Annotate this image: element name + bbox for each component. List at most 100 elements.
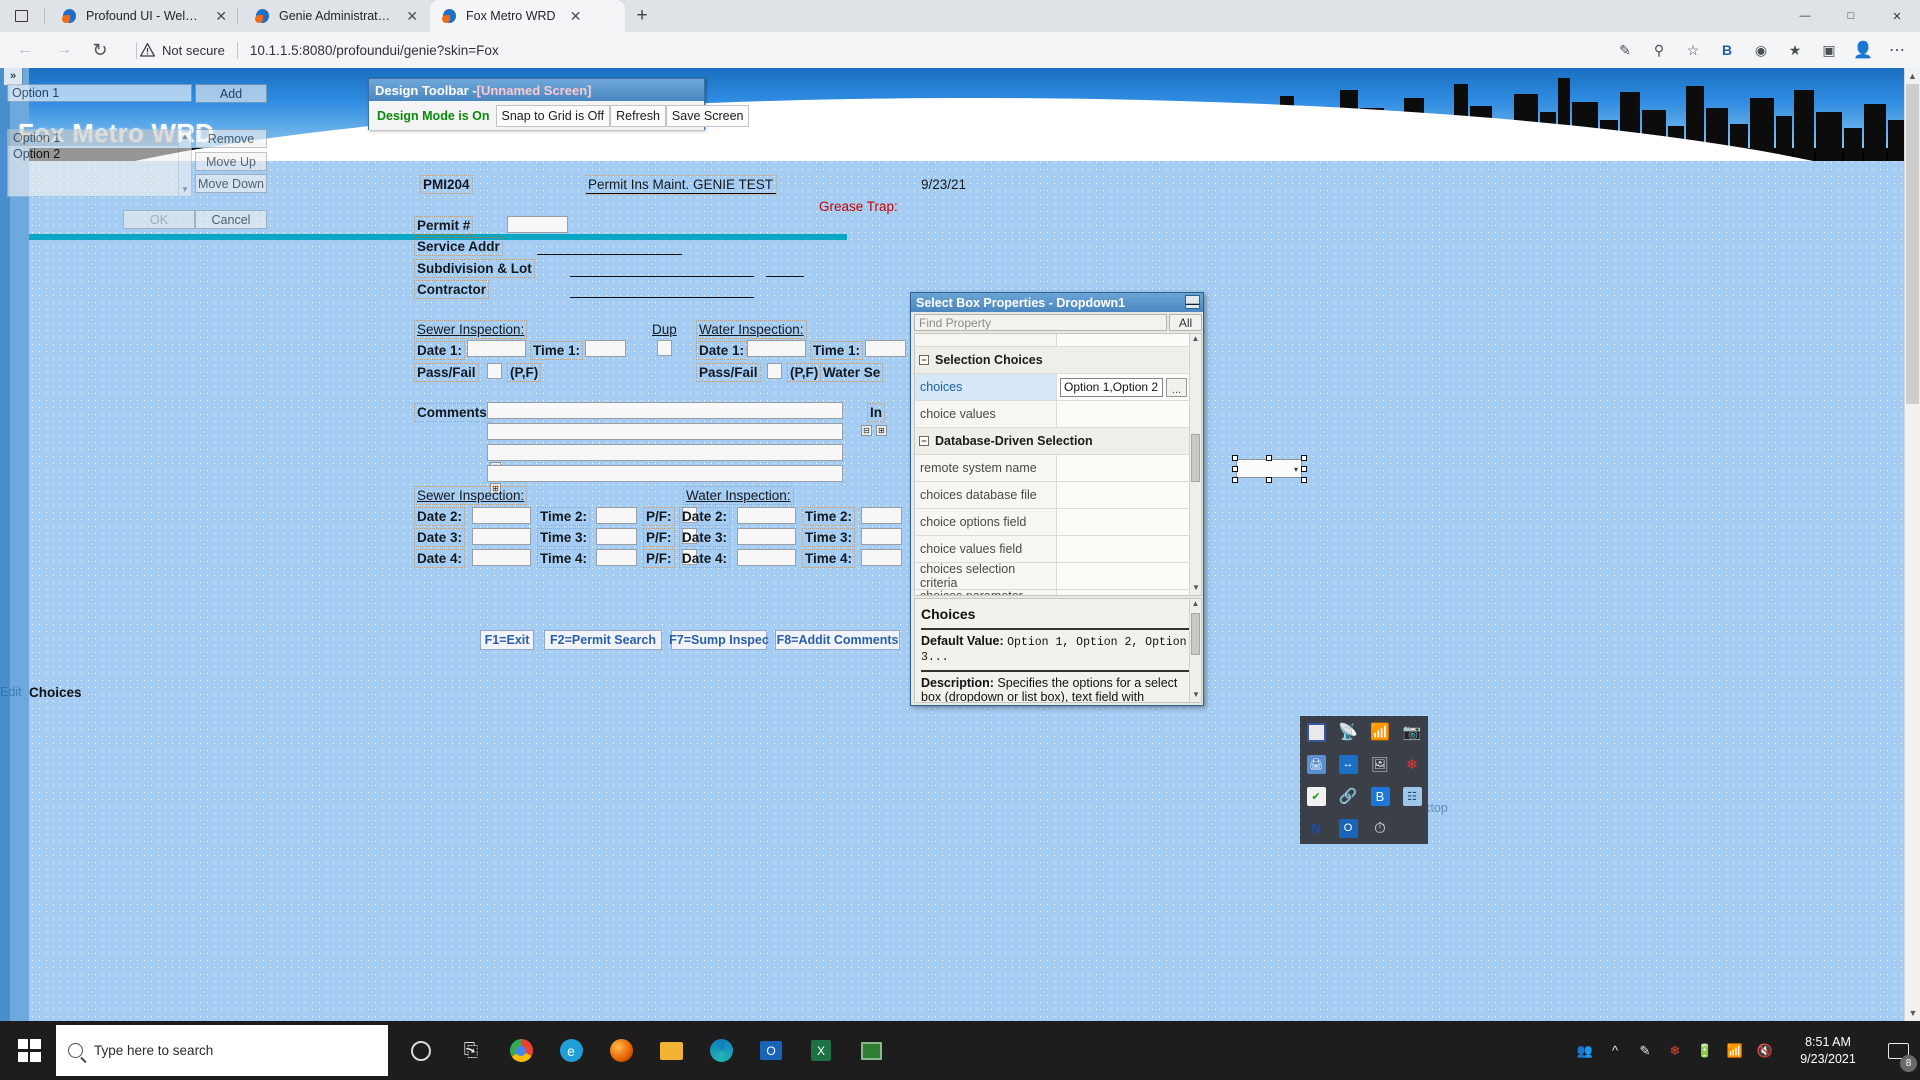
fkey-f2-permit-search[interactable]: F2=Permit Search bbox=[544, 630, 662, 650]
fax-scanner-icon[interactable]: 🖼 bbox=[1364, 748, 1396, 780]
all-properties-button[interactable]: All bbox=[1169, 314, 1202, 331]
close-button[interactable]: ✕ bbox=[1874, 0, 1920, 32]
page-scrollbar[interactable]: ▲ ▼ bbox=[1904, 68, 1920, 1021]
water-date1-input[interactable] bbox=[747, 340, 806, 357]
outlook-icon[interactable]: O bbox=[1332, 812, 1364, 844]
scrollbar-thumb[interactable] bbox=[1191, 613, 1200, 655]
link-chain-icon[interactable]: 🔗 bbox=[1332, 780, 1364, 812]
property-row-choices[interactable]: choices Option 1,Option 2 ... bbox=[915, 374, 1201, 401]
water-time1-input[interactable] bbox=[865, 340, 906, 357]
move-up-button[interactable]: Move Up bbox=[195, 152, 267, 171]
resize-handle-s[interactable] bbox=[1266, 477, 1272, 483]
collections-globe-icon[interactable]: ◉ bbox=[1744, 35, 1778, 65]
resize-handle-nw[interactable] bbox=[1232, 455, 1238, 461]
show-hidden-icon[interactable]: ^ bbox=[1600, 1021, 1630, 1080]
resize-handle-e[interactable] bbox=[1301, 466, 1307, 472]
contractor-input[interactable] bbox=[570, 297, 754, 298]
description-scrollbar[interactable]: ▲ ▼ bbox=[1189, 599, 1201, 702]
volume-muted-icon[interactable]: 🔇 bbox=[1750, 1021, 1780, 1080]
network-icon[interactable]: 📶 bbox=[1720, 1021, 1750, 1080]
start-button[interactable] bbox=[4, 1025, 54, 1076]
find-property-input[interactable]: Find Property bbox=[914, 314, 1167, 331]
sewer-date2-input[interactable] bbox=[472, 507, 531, 524]
maximize-button[interactable]: □ bbox=[1828, 0, 1874, 32]
battery-icon[interactable]: 🔋 bbox=[1690, 1021, 1720, 1080]
back-icon[interactable]: ← bbox=[13, 38, 37, 62]
cancel-button[interactable]: Cancel bbox=[195, 210, 267, 229]
browser-tab-1[interactable]: Genie Administration ✕ bbox=[243, 0, 428, 32]
scroll-up-icon[interactable]: ▲ bbox=[179, 132, 191, 141]
tab-close-icon[interactable]: ✕ bbox=[568, 9, 584, 23]
profile-icon[interactable]: 👤 bbox=[1846, 35, 1880, 65]
resize-handle-sw[interactable] bbox=[1232, 477, 1238, 483]
dup1-checkbox[interactable] bbox=[657, 340, 672, 356]
property-value-cell[interactable] bbox=[1056, 401, 1201, 427]
bing-icon[interactable]: B bbox=[1710, 35, 1744, 65]
comments-input-2[interactable] bbox=[487, 423, 843, 440]
red-cluster-icon[interactable]: ❄ bbox=[1396, 748, 1428, 780]
collapse-handle-icon[interactable]: ⊟ bbox=[861, 425, 872, 436]
favorites-icon[interactable]: ★ bbox=[1778, 35, 1812, 65]
minimize-button[interactable]: — bbox=[1782, 0, 1828, 32]
forward-icon[interactable]: → bbox=[52, 38, 76, 62]
remote-display-icon[interactable] bbox=[1300, 716, 1332, 748]
reload-icon[interactable]: ↻ bbox=[88, 38, 112, 62]
wifi-green-icon[interactable]: 📶 bbox=[1364, 716, 1396, 748]
property-value-cell[interactable] bbox=[1056, 509, 1201, 535]
property-value-cell[interactable] bbox=[1056, 563, 1201, 589]
edge-icon[interactable] bbox=[696, 1025, 746, 1076]
property-row-choices-parameter-value[interactable]: choices parameter value bbox=[915, 589, 1201, 595]
property-row-choice-options-field[interactable]: choice options field bbox=[915, 509, 1201, 536]
pen-tablet-icon[interactable]: ✎ bbox=[1630, 1021, 1660, 1080]
scroll-up-icon[interactable]: ▲ bbox=[1190, 334, 1201, 346]
choices-value-input[interactable]: Option 1,Option 2 bbox=[1060, 377, 1163, 397]
subdivision-input[interactable] bbox=[570, 276, 754, 277]
dropdown-widget[interactable]: ▾ bbox=[1232, 453, 1307, 485]
scroll-down-icon[interactable]: ▼ bbox=[1190, 583, 1201, 595]
sewer-date4-input[interactable] bbox=[472, 549, 531, 566]
listbox-scrollbar[interactable]: ▲ ▼ bbox=[178, 130, 191, 196]
favorite-add-icon[interactable]: ☆ bbox=[1676, 35, 1710, 65]
property-row-choices-selection-criteria[interactable]: choices selection criteria bbox=[915, 562, 1201, 590]
security-indicator[interactable]: Not secure bbox=[140, 43, 225, 58]
ok-button[interactable]: OK bbox=[123, 210, 195, 229]
firefox-icon[interactable] bbox=[596, 1025, 646, 1076]
water-passfail-checkbox[interactable] bbox=[767, 363, 782, 379]
scroll-down-icon[interactable]: ▼ bbox=[1905, 1005, 1920, 1021]
water-time3-input[interactable] bbox=[861, 528, 902, 545]
excel-icon[interactable]: X bbox=[796, 1025, 846, 1076]
printer-blue-icon[interactable]: 🖨 bbox=[1300, 748, 1332, 780]
property-value-cell[interactable] bbox=[1056, 482, 1201, 508]
category-database-driven-selection[interactable]: − Database-Driven Selection bbox=[915, 428, 1201, 455]
cortana-circle-icon[interactable] bbox=[396, 1025, 446, 1076]
collapse-icon[interactable]: − bbox=[919, 355, 929, 365]
scrollbar-thumb[interactable] bbox=[1906, 84, 1919, 404]
properties-grid-scrollbar[interactable]: ▲ ▼ bbox=[1189, 334, 1201, 595]
scrollbar-thumb[interactable] bbox=[1191, 434, 1200, 482]
save-screen-button[interactable]: Save Screen bbox=[665, 104, 750, 127]
fkey-f1-exit[interactable]: F1=Exit bbox=[480, 630, 534, 650]
list-item[interactable]: Option 1 bbox=[8, 130, 191, 146]
resize-handle-w[interactable] bbox=[1232, 466, 1238, 472]
browser-tab-2[interactable]: Fox Metro WRD ✕ bbox=[430, 0, 625, 32]
property-row-remote-system-name[interactable]: remote system name bbox=[915, 455, 1201, 482]
comments-input-3[interactable] bbox=[487, 444, 843, 461]
property-row-choice-values-field[interactable]: choice values field bbox=[915, 536, 1201, 563]
power-clock-icon[interactable]: ⏱ bbox=[1364, 812, 1396, 844]
choices-editor-button[interactable]: ... bbox=[1166, 377, 1187, 397]
chrome-icon[interactable] bbox=[496, 1025, 546, 1076]
properties-titlebar[interactable]: Select Box Properties - Dropdown1 — bbox=[911, 293, 1203, 312]
move-down-button[interactable]: Move Down bbox=[195, 174, 267, 193]
bluetooth-icon[interactable]: B bbox=[1364, 780, 1396, 812]
edge-legacy-icon[interactable]: e bbox=[546, 1025, 596, 1076]
water-time2-input[interactable] bbox=[861, 507, 902, 524]
ibm-terminal-icon[interactable] bbox=[846, 1025, 896, 1076]
search-input[interactable]: Type here to search bbox=[56, 1025, 388, 1076]
choice-text-input[interactable]: Option 1 bbox=[7, 84, 192, 102]
property-row-choices-database-file[interactable]: choices database file bbox=[915, 482, 1201, 509]
property-value-cell[interactable] bbox=[1056, 590, 1201, 595]
scroll-down-icon[interactable]: ▼ bbox=[1190, 690, 1201, 702]
fkey-f8-addit-comments[interactable]: F8=Addit Comments bbox=[775, 630, 900, 650]
remove-choice-button[interactable]: Remove bbox=[195, 129, 267, 148]
scroll-up-icon[interactable]: ▲ bbox=[1190, 599, 1201, 611]
